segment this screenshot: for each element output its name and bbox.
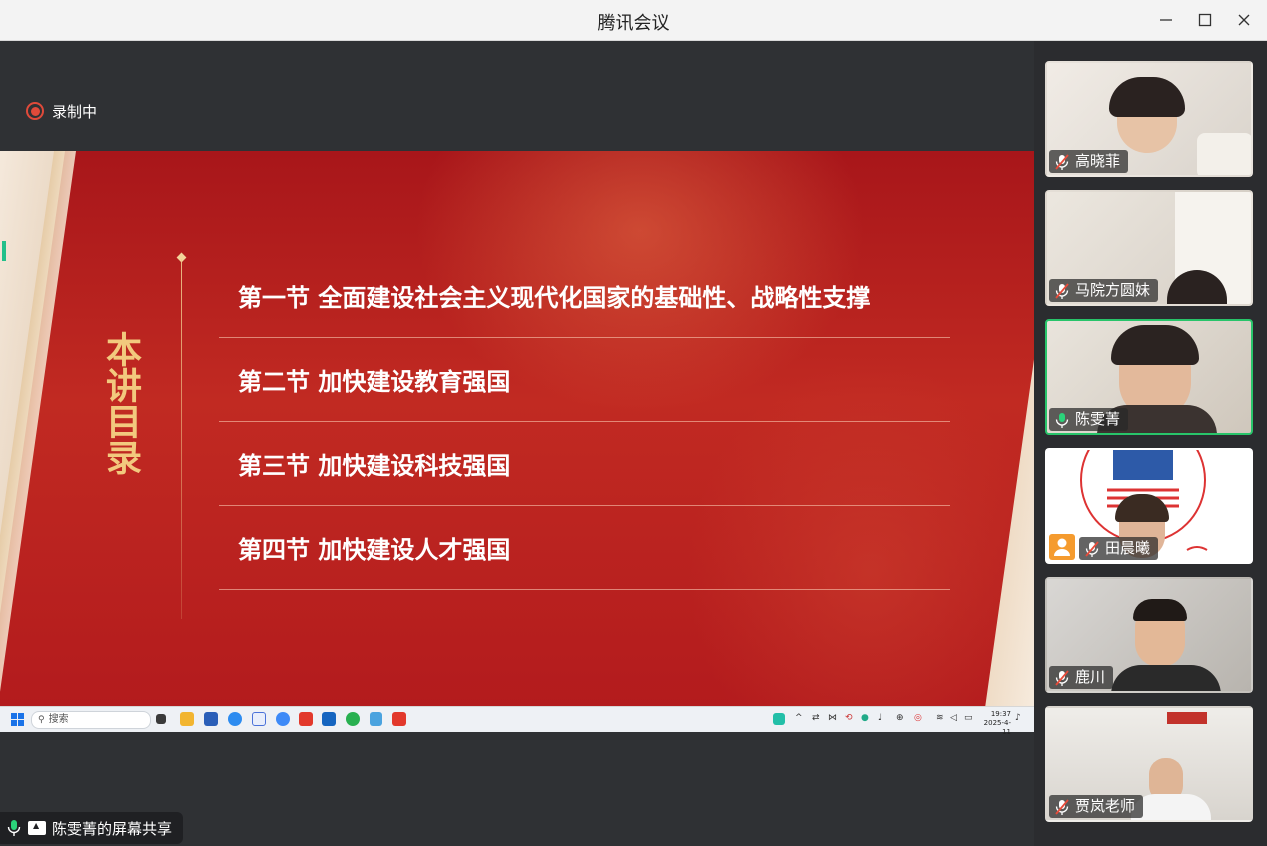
mail-app-icon[interactable] — [252, 712, 266, 726]
participant-name-tag: 贾岚老师 — [1049, 795, 1144, 818]
participant-tile[interactable]: 高晓菲 — [1045, 61, 1253, 177]
participant-name-tag: 高晓菲 — [1049, 150, 1129, 173]
tray-chevron-icon[interactable]: ^ — [795, 713, 803, 723]
minimize-button[interactable] — [1154, 8, 1178, 32]
tray-icon[interactable]: ⇄ — [812, 713, 820, 723]
taskbar-clock[interactable]: 19:37 2025-4-11 — [981, 710, 1011, 737]
windows-start-icon[interactable] — [11, 713, 24, 726]
wechat-icon[interactable] — [346, 712, 360, 726]
tray-icon[interactable]: ⊕ — [896, 713, 904, 723]
taskbar-search[interactable]: ⚲ 搜索 — [31, 711, 151, 729]
browser-icon[interactable] — [228, 712, 242, 726]
tencent-meeting-icon[interactable] — [322, 712, 336, 726]
wps-icon[interactable] — [299, 712, 313, 726]
tray-app-icon[interactable] — [773, 713, 785, 725]
toc-item-text: 第三节 加快建设科技强国 — [238, 452, 511, 480]
slide-side-title: 本讲目录 — [100, 331, 142, 475]
maximize-icon — [1198, 13, 1212, 27]
search-icon: ⚲ — [38, 715, 45, 725]
screen-share-label[interactable]: 陈雯菁的屏幕共享 — [0, 812, 184, 844]
tray-mic-icon[interactable]: ♩ — [878, 713, 882, 723]
wifi-icon[interactable]: ≋ — [936, 713, 944, 723]
toc-divider — [219, 589, 950, 590]
participant-name-tag: 鹿川 — [1049, 666, 1114, 689]
clock-date: 2025-4-11 — [983, 719, 1011, 736]
notification-icon[interactable]: ♪ — [1015, 713, 1021, 723]
participant-name: 田晨曦 — [1105, 539, 1151, 557]
taskbar-search-label: 搜索 — [48, 714, 69, 725]
maximize-button[interactable] — [1193, 8, 1217, 32]
volume-icon[interactable]: ◁ — [950, 713, 957, 723]
record-icon — [26, 102, 44, 120]
shared-screen-area: 录制中 本讲目录 第一节 全面建设社会主义现代化国家的基础性、战略性支撑 第二节… — [0, 41, 1034, 846]
microphone-icon — [7, 820, 21, 836]
screen-share-icon — [28, 821, 46, 835]
toc-item-text: 第二节 加快建设教育强国 — [238, 368, 511, 396]
participant-tile[interactable]: 贾岚老师 — [1045, 706, 1253, 822]
mic-active-icon — [1055, 412, 1069, 428]
tray-icon[interactable]: ◎ — [914, 713, 922, 723]
mic-muted-icon — [1085, 540, 1099, 557]
tool-app-icon[interactable] — [370, 712, 382, 726]
participant-name: 贾岚老师 — [1075, 797, 1136, 815]
participant-tile[interactable]: 鹿川 — [1045, 577, 1253, 693]
toc-item: 第二节 加快建设教育强国 — [238, 338, 950, 422]
edge-marker — [2, 241, 6, 261]
toc-item: 第一节 全面建设社会主义现代化国家的基础性、战略性支撑 — [238, 254, 950, 338]
toc-item: 第三节 加快建设科技强国 — [238, 422, 950, 506]
shared-taskbar: ⚲ 搜索 ^ ⇄ ⋈ ⟲ ● ♩ ⊕ ◎ ≋ ◁ ▭ 19:37 2025-4-1… — [0, 706, 1034, 736]
presentation-slide: 本讲目录 第一节 全面建设社会主义现代化国家的基础性、战略性支撑 第二节 加快建… — [0, 151, 1034, 708]
mic-muted-icon — [1055, 798, 1069, 815]
participant-name: 鹿川 — [1075, 668, 1106, 686]
recording-indicator[interactable]: 录制中 — [26, 101, 97, 121]
minimize-icon — [1160, 19, 1172, 21]
recording-label: 录制中 — [52, 102, 98, 121]
title-bar: 腾讯会议 — [0, 0, 1267, 41]
participant-tile-active-speaker[interactable]: 陈雯菁 — [1045, 319, 1253, 435]
tray-icon[interactable]: ● — [861, 713, 869, 723]
toc-item-text: 第四节 加快建设人才强国 — [238, 536, 511, 564]
participant-name: 陈雯菁 — [1075, 410, 1121, 428]
file-explorer-icon[interactable] — [180, 712, 194, 726]
participant-name-tag: 陈雯菁 — [1049, 408, 1129, 431]
avatar-placeholder-icon — [1049, 534, 1075, 560]
toc-item: 第四节 加快建设人才强国 — [238, 506, 950, 590]
participant-name-tag: 马院方圆妹 — [1049, 279, 1159, 302]
close-button[interactable] — [1232, 8, 1256, 32]
task-view-icon[interactable] — [156, 714, 166, 724]
mic-muted-icon — [1055, 282, 1069, 299]
participant-tile[interactable]: 田晨曦 — [1045, 448, 1253, 564]
participant-tile[interactable]: 马院方圆妹 — [1045, 190, 1253, 306]
toc-item-text: 第一节 全面建设社会主义现代化国家的基础性、战略性支撑 — [238, 284, 871, 312]
window-title: 腾讯会议 — [597, 13, 670, 34]
screen-share-text: 陈雯菁的屏幕共享 — [52, 819, 173, 838]
participant-name: 马院方圆妹 — [1075, 281, 1151, 299]
tray-icon[interactable]: ⋈ — [828, 713, 837, 723]
wps-presentation-icon[interactable] — [392, 712, 406, 726]
close-icon — [1238, 14, 1250, 26]
clock-time: 19:37 — [990, 710, 1011, 718]
tray-icon[interactable]: ⟲ — [845, 713, 853, 723]
cloud-app-icon[interactable] — [276, 712, 290, 726]
mic-muted-icon — [1055, 153, 1069, 170]
participant-name: 高晓菲 — [1075, 152, 1121, 170]
store-icon[interactable] — [204, 712, 218, 726]
participant-name-tag: 田晨曦 — [1079, 537, 1159, 560]
battery-icon[interactable]: ▭ — [964, 713, 973, 723]
mic-muted-icon — [1055, 669, 1069, 686]
decor-vertical-line — [181, 259, 182, 619]
